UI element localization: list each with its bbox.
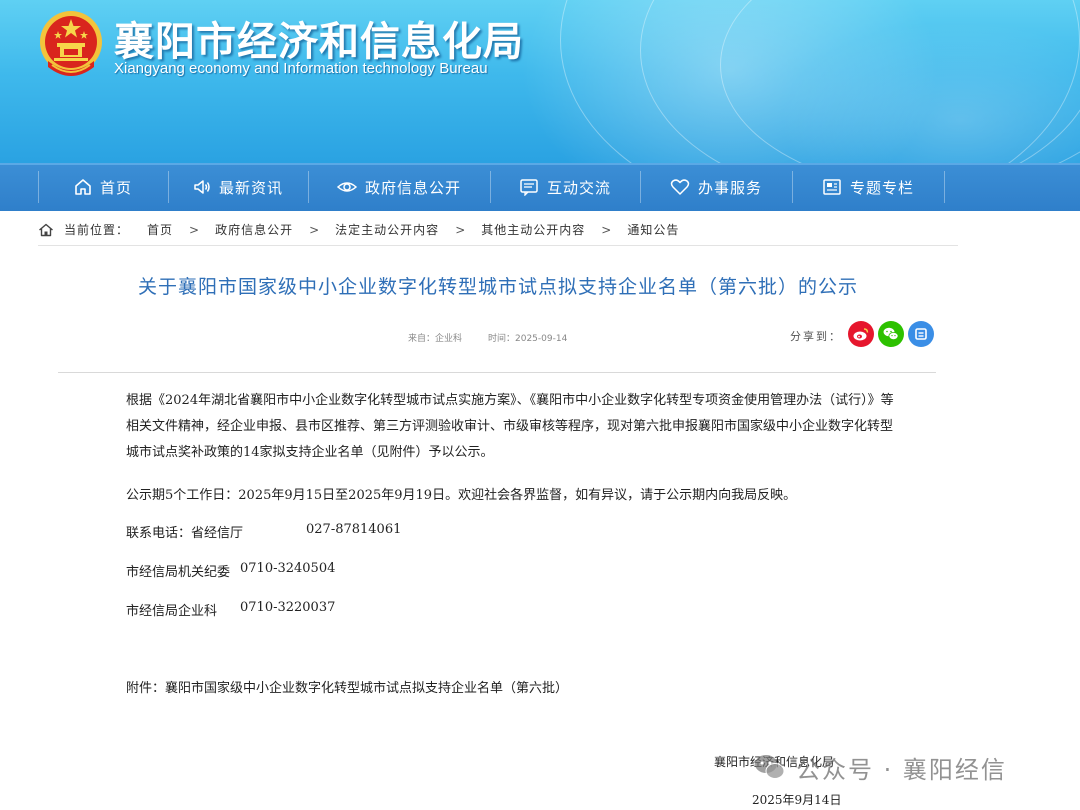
weibo-icon bbox=[853, 328, 869, 341]
nav-label: 专题专栏 bbox=[849, 178, 914, 197]
article-paragraph: 根据《2024年湖北省襄阳市中小企业数字化转型城市试点实施方案》、《襄阳市中小企… bbox=[126, 393, 894, 460]
breadcrumb-separator: > bbox=[601, 222, 612, 237]
main-nav: 首页 最新资讯 政府信息公开 互动交流 办事服务 专题专栏 bbox=[0, 163, 1080, 211]
attachment-link[interactable]: 附件：襄阳市国家级中小企业数字化转型城市试点拟支持企业名单（第六批） bbox=[126, 677, 568, 696]
article-divider bbox=[58, 372, 936, 373]
watermark-text: 公众号 · 襄阳经信 bbox=[796, 755, 1007, 784]
breadcrumb-item-notices[interactable]: 通知公告 bbox=[627, 221, 679, 238]
nav-item-news[interactable]: 最新资讯 bbox=[168, 163, 308, 211]
signature-date: 2025年9月14日 bbox=[752, 793, 842, 807]
contact-phone: 0710-3240504 bbox=[240, 561, 336, 576]
contact-label: 市经信局机关纪委 bbox=[126, 565, 231, 580]
banner-decoration bbox=[720, 0, 1080, 163]
heart-icon bbox=[670, 179, 690, 195]
contact-phone: 0710-3220037 bbox=[240, 600, 336, 615]
contact-label: 市经信局企业科 bbox=[126, 604, 218, 619]
national-emblem-icon bbox=[40, 11, 102, 76]
wechat-watermark-icon bbox=[755, 755, 785, 779]
wechat-icon bbox=[883, 327, 899, 340]
contact-label: 联系电话：省经信厅 bbox=[126, 526, 244, 541]
nav-item-interaction[interactable]: 互动交流 bbox=[490, 163, 640, 211]
home-icon bbox=[75, 179, 91, 195]
nav-item-topics[interactable]: 专题专栏 bbox=[792, 163, 944, 211]
breadcrumb-item-other[interactable]: 其他主动公开内容 bbox=[481, 221, 585, 238]
breadcrumb-item-statutory[interactable]: 法定主动公开内容 bbox=[335, 221, 439, 238]
breadcrumb-prefix: 当前位置： bbox=[64, 223, 130, 237]
wechat-share-button[interactable] bbox=[878, 321, 904, 347]
site-title: 襄阳市经济和信息化局 bbox=[114, 19, 524, 65]
header-banner: 襄阳市经济和信息化局 Xiangyang economy and Informa… bbox=[0, 0, 1080, 163]
breadcrumb-separator: > bbox=[455, 222, 466, 237]
article-title: 关于襄阳市国家级中小企业数字化转型城市试点拟支持企业名单（第六批）的公示 bbox=[137, 276, 858, 298]
qzone-icon bbox=[915, 328, 927, 340]
nav-label: 办事服务 bbox=[697, 178, 762, 197]
newspaper-icon bbox=[823, 179, 841, 195]
nav-item-gov-info[interactable]: 政府信息公开 bbox=[308, 163, 490, 211]
watermark: 公众号 · 襄阳经信 bbox=[752, 750, 1007, 784]
nav-label: 最新资讯 bbox=[218, 178, 283, 197]
breadcrumb-item-home[interactable]: 首页 bbox=[147, 221, 173, 238]
article-source: 来自：企业科 bbox=[408, 334, 463, 344]
nav-item-home[interactable]: 首页 bbox=[38, 163, 168, 211]
eye-icon bbox=[336, 182, 357, 192]
contact-phone: 027-87814061 bbox=[306, 522, 402, 537]
nav-label: 互动交流 bbox=[546, 178, 611, 197]
breadcrumb-separator: > bbox=[309, 222, 320, 237]
breadcrumb-item-gov-info[interactable]: 政府信息公开 bbox=[215, 221, 293, 238]
breadcrumb: 当前位置： 首页 > 政府信息公开 > 法定主动公开内容 > 其他主动公开内容 … bbox=[38, 214, 958, 246]
home-icon bbox=[39, 223, 53, 236]
site-subtitle: Xiangyang economy and Information techno… bbox=[114, 60, 488, 77]
nav-label: 政府信息公开 bbox=[364, 178, 461, 197]
article-time: 时间：2025-09-14 bbox=[488, 334, 568, 344]
nav-item-services[interactable]: 办事服务 bbox=[640, 163, 792, 211]
qzone-share-button[interactable] bbox=[908, 321, 934, 347]
breadcrumb-separator: > bbox=[189, 222, 200, 237]
weibo-share-button[interactable] bbox=[848, 321, 874, 347]
publicity-period: 公示期5个工作日：2025年9月15日至2025年9月19日。欢迎社会各界监督，… bbox=[126, 488, 797, 503]
speaker-icon bbox=[194, 180, 210, 194]
message-icon bbox=[520, 179, 538, 196]
nav-label: 首页 bbox=[99, 178, 132, 197]
nav-separator bbox=[944, 171, 945, 203]
share-label: 分享到： bbox=[790, 330, 842, 343]
